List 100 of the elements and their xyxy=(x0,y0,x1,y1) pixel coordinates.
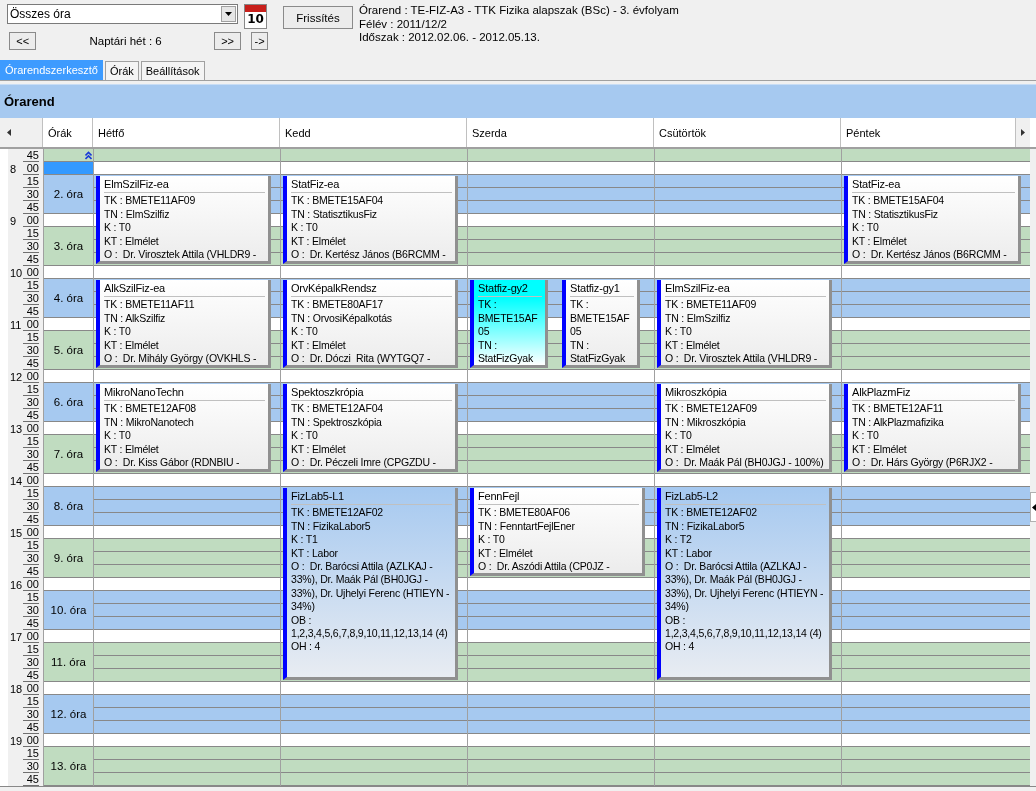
event-card[interactable]: ElmSzilFiz-ea TK : BMETE11AF09 TN : ElmSzilfiz K : T0 KT : Elmélet O : Dr. Virosztek Attila (VHLDR9 - xyxy=(96,176,271,264)
event-title: Mikroszkópia xyxy=(665,386,826,402)
period-label[interactable]: 9. óra xyxy=(44,539,93,578)
refresh-button[interactable]: Frissítés xyxy=(283,6,353,29)
event-card[interactable]: ElmSzilFiz-ea TK : BMETE11AF09 TN : ElmSzilfiz K : T0 KT : Elmélet O : Dr. Virosztek Attila (VHLDR9 - xyxy=(657,280,832,368)
filter-dropdown[interactable]: Összes óra xyxy=(7,4,238,24)
event-detail: K : T2 xyxy=(665,533,693,547)
event-detail: K : T0 xyxy=(291,325,319,339)
period-label[interactable]: 7. óra xyxy=(44,435,93,474)
event-detail: KT : Labor xyxy=(291,546,339,561)
next-week-button[interactable]: >> xyxy=(213,32,242,50)
scroll-left-icon[interactable] xyxy=(7,129,11,136)
event-detail: TN : OrvosiKépalkotás xyxy=(291,311,393,326)
event-detail: O : Dr. Dóczi Rita (WYTGQ7 - xyxy=(291,352,432,365)
minute-label: 15 xyxy=(22,747,39,760)
minute-label: 00 xyxy=(22,734,39,747)
minute-label: 45 xyxy=(22,773,39,786)
event-title: Statfiz-gy1 xyxy=(570,282,634,298)
jump-button[interactable]: -> xyxy=(251,32,268,50)
tab[interactable]: Beállítások xyxy=(140,61,205,80)
event-detail: TN : StatisztikusFiz xyxy=(291,207,378,222)
period-label[interactable]: 6. óra xyxy=(44,383,93,422)
minute-label: 15 xyxy=(22,175,39,188)
event-title: MikroNanoTechn xyxy=(104,386,265,402)
selected-cell[interactable] xyxy=(44,162,93,174)
event-detail: K : T0 xyxy=(291,221,319,235)
event-card[interactable]: FennFejl TK : BMETE80AF06 TN : FenntartFejlEner K : T0 KT : Elmélet O : Dr. Aszódi Attila (CP0JZ - xyxy=(470,488,645,576)
minute-label: 45 xyxy=(22,565,39,578)
event-title: ElmSzilFiz-ea xyxy=(104,178,265,194)
event-detail: KT : Elmélet xyxy=(665,442,721,457)
event-detail: KT : Elmélet xyxy=(852,442,908,457)
minute-label: 15 xyxy=(22,331,39,344)
minute-label: 30 xyxy=(22,500,39,513)
period-label[interactable]: 8. óra xyxy=(44,487,93,526)
event-detail: K : T1 xyxy=(291,533,319,547)
event-detail: TN : StatFizGyak xyxy=(570,338,626,365)
minute-label: 00 xyxy=(22,526,39,539)
event-card[interactable]: Spektoszkrópia TK : BMETE12AF04 TN : Spektroszkópia K : T0 KT : Elmélet O : Dr. Péczeli Imre (CPGZDU - xyxy=(283,384,458,472)
event-detail: TK : BMETE11AF09 xyxy=(665,298,758,312)
event-detail: TK : BMETE15AF04 xyxy=(852,194,945,208)
event-detail: TK : BMETE12AF02 xyxy=(665,506,758,520)
minute-label: 30 xyxy=(22,240,39,253)
event-detail: TN : Spektroszkópia xyxy=(291,415,383,430)
column-header: Hétfő xyxy=(93,118,280,147)
event-card[interactable]: StatFiz-ea TK : BMETE15AF04 TN : StatisztikusFiz K : T0 KT : Elmélet O : Dr. Kertész János (B6RCMM - xyxy=(844,176,1021,264)
event-card[interactable]: OrvKépalkRendsz TK : BMETE80AF17 TN : OrvosiKépalkotás K : T0 KT : Elmélet O : Dr. Dóczi Rita (WYTGQ7 - xyxy=(283,280,458,368)
calendar-icon[interactable]: 10 xyxy=(244,4,267,29)
column-header: Szerda xyxy=(467,118,654,147)
event-detail: KT : Elmélet xyxy=(291,338,347,353)
period-label[interactable]: 10. óra xyxy=(44,591,93,630)
minute-label: 00 xyxy=(22,214,39,227)
event-title: ElmSzilFiz-ea xyxy=(665,282,826,298)
period-label[interactable]: 3. óra xyxy=(44,227,93,266)
event-title: OrvKépalkRendsz xyxy=(291,282,452,298)
period-label[interactable]: 11. óra xyxy=(44,643,93,682)
hour-label: 8 xyxy=(9,163,17,175)
event-detail: TK : BMETE11AF09 xyxy=(104,194,197,208)
minute-label: 45 xyxy=(22,305,39,318)
event-detail: O : Dr. Aszódi Attila (CP0JZ - xyxy=(478,560,611,573)
event-card[interactable]: Statfiz-gy1 TK : BMETE15AF05 TN : StatFizGyak xyxy=(562,280,640,368)
event-card[interactable]: StatFiz-ea TK : BMETE15AF04 TN : StatisztikusFiz K : T0 KT : Elmélet O : Dr. Kertész János (B6RCMM - xyxy=(283,176,458,264)
period-label[interactable]: 5. óra xyxy=(44,331,93,370)
minute-label: 45 xyxy=(22,721,39,734)
event-detail: TN : StatFizGyak xyxy=(478,338,534,365)
event-detail: TN : MikroNanotech xyxy=(104,415,195,430)
previous-week-button[interactable]: << xyxy=(9,32,37,50)
hour-label: 11 xyxy=(9,319,22,331)
event-card[interactable] xyxy=(657,488,832,680)
minute-label: 15 xyxy=(22,487,39,500)
event-card[interactable]: AlkSzilFiz-ea TK : BMETE11AF11 TN : AlkSzilfiz K : T0 KT : Elmélet O : Dr. Mihály György (OVKHLS - xyxy=(96,280,271,368)
minute-label: 30 xyxy=(22,604,39,617)
scroll-right-icon[interactable] xyxy=(1021,129,1025,136)
tab[interactable]: Órák xyxy=(104,61,139,80)
event-title: Spektoszkrópia xyxy=(291,386,452,402)
side-handle[interactable] xyxy=(1030,492,1036,522)
minute-label: 30 xyxy=(22,448,39,461)
period-label[interactable]: 12. óra xyxy=(44,695,93,734)
minute-label: 30 xyxy=(22,656,39,669)
event-card[interactable]: Mikroszkópia TK : BMETE12AF09 TN : Mikroszkópia K : T0 KT : Elmélet O : Dr. Maák Pál (BH0JGJ - 100%) xyxy=(657,384,832,472)
event-card[interactable]: MikroNanoTechn TK : BMETE12AF08 TN : MikroNanotech K : T0 KT : Elmélet O : Dr. Kiss Gábor (RDNBIU - xyxy=(96,384,271,472)
minute-label: 15 xyxy=(22,591,39,604)
period-label[interactable]: 2. óra xyxy=(44,175,93,214)
event-detail: KT : Elmélet xyxy=(852,234,908,249)
event-detail: KT : Elmélet xyxy=(104,234,160,249)
minute-label: 30 xyxy=(22,188,39,201)
event-detail: OB : 1,2,3,4,5,6,7,8,9,10,11,12,13,14 (4) xyxy=(665,613,823,641)
double-up-arrow-icon[interactable] xyxy=(85,150,92,160)
period-label[interactable]: 13. óra xyxy=(44,747,93,786)
minute-label: 45 xyxy=(22,617,39,630)
event-card[interactable] xyxy=(283,488,458,680)
event-card[interactable]: AlkPlazmFiz TK : BMETE12AF11 TN : AlkPlazmafizika K : T0 KT : Elmélet O : Dr. Hárs György (P6RJX2 - xyxy=(844,384,1021,472)
event-detail: K : T0 xyxy=(104,325,132,339)
minute-label: 45 xyxy=(22,357,39,370)
period-label[interactable]: 4. óra xyxy=(44,279,93,318)
minute-label: 45 xyxy=(22,149,39,162)
event-detail: TK : BMETE12AF11 xyxy=(852,402,945,416)
event-title: AlkSzilFiz-ea xyxy=(104,282,265,298)
event-card[interactable]: Statfiz-gy2 TK : BMETE15AF05 TN : StatFizGyak xyxy=(470,280,548,368)
event-detail: K : T0 xyxy=(478,533,506,547)
event-detail: O : Dr. Maák Pál (BH0JGJ - 100%) xyxy=(665,456,825,469)
